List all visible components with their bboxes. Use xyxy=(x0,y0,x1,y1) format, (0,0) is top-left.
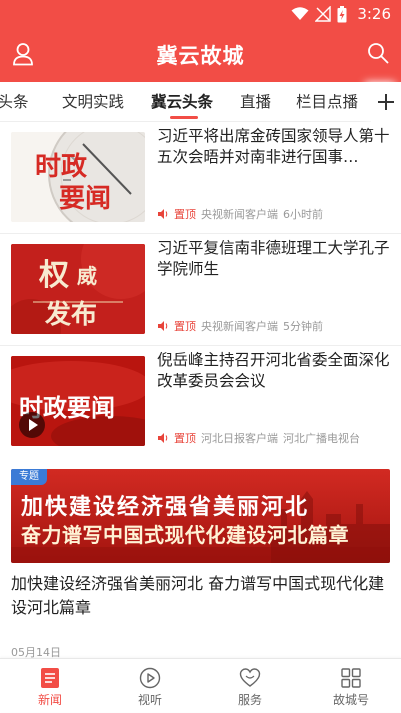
thumb-label-3: 发布 xyxy=(45,300,98,330)
news-thumbnail: 时政要闻 xyxy=(11,356,145,446)
news-thumbnail: 时政 要闻 xyxy=(11,132,145,222)
news-item[interactable]: 时政 要闻 习近平将出席金砖国家领导人第十五次会晤并对南非进行国事… 置顶 央视… xyxy=(0,122,401,234)
news-meta: 置顶 河北日报客户端 河北广播电视台 xyxy=(157,430,360,446)
nav-label: 故城号 xyxy=(332,693,369,707)
news-thumbnail: 权 威 发布 xyxy=(11,244,145,334)
nav-audiovisual[interactable]: 视听 xyxy=(100,659,200,713)
news-item[interactable]: 时政要闻 倪岳峰主持召开河北省委全面深化改革委员会会议 置顶 河北日报客户端 河… xyxy=(0,346,401,458)
active-tab-indicator xyxy=(170,116,198,119)
search-icon[interactable] xyxy=(367,42,389,64)
nav-label: 新闻 xyxy=(37,693,62,707)
badge-label: 专题 xyxy=(19,471,39,482)
speaker-icon[interactable] xyxy=(157,208,169,220)
status-bar: 3:26 xyxy=(0,0,401,28)
plus-icon xyxy=(378,94,394,110)
play-icon xyxy=(29,419,38,431)
add-channel-button[interactable] xyxy=(371,82,401,122)
thumb-label-1: 权 xyxy=(39,258,69,293)
pinned-label: 置顶 xyxy=(174,320,196,333)
no-signal-icon xyxy=(315,6,332,22)
news-icon xyxy=(41,668,59,688)
news-source: 央视新闻客户端 xyxy=(201,320,278,333)
tab-program-vod[interactable]: 栏目点播 xyxy=(296,82,358,122)
speaker-icon[interactable] xyxy=(157,320,169,332)
news-source: 河北日报客户端 xyxy=(201,432,278,445)
app-title: 冀云故城 xyxy=(156,44,245,68)
banner-line-2: 奋力谱写中国式现代化建设河北篇章 xyxy=(21,523,349,547)
news-headline: 习近平将出席金砖国家领导人第十五次会晤并对南非进行国事… xyxy=(157,127,390,166)
news-headline: 习近平复信南非德班理工大学孔子学院师生 xyxy=(157,239,390,278)
tab-civilization-practice[interactable]: 文明实践 xyxy=(62,82,124,122)
bottom-navigation: 新闻 视听 服务 故城号 xyxy=(0,658,401,712)
special-topic-title[interactable]: 加快建设经济强省美丽河北 奋力谱写中国式现代化建设河北篇章 xyxy=(11,572,391,620)
play-icon xyxy=(139,667,161,689)
pinned-label: 置顶 xyxy=(174,432,196,445)
speaker-icon[interactable] xyxy=(157,432,169,444)
nav-gucheng-account[interactable]: 故城号 xyxy=(301,659,401,713)
special-topic-banner[interactable]: 专题 加快建设经济强省美丽河北 奋力谱写中国式现代化建设河北篇章 xyxy=(11,469,390,563)
nav-label: 服务 xyxy=(237,693,262,707)
banner-line-1: 加快建设经济强省美丽河北 xyxy=(21,495,310,520)
nav-label: 视听 xyxy=(137,693,162,707)
news-source: 央视新闻客户端 xyxy=(201,208,278,221)
tab-live[interactable]: 直播 xyxy=(240,82,271,122)
video-play-button[interactable] xyxy=(19,412,45,438)
news-meta: 置顶 央视新闻客户端 6小时前 xyxy=(157,206,323,222)
clock: 3:26 xyxy=(357,5,391,23)
heart-icon xyxy=(239,668,261,687)
special-topic-badge: 专题 xyxy=(11,469,47,485)
channel-tabs: 冀头条 文明实践 冀云头条 直播 栏目点播 xyxy=(0,82,401,122)
user-icon[interactable] xyxy=(12,42,34,66)
grid-icon xyxy=(341,668,361,688)
news-item[interactable]: 权 威 发布 习近平复信南非德班理工大学孔子学院师生 置顶 央视新闻客户端 5分… xyxy=(0,234,401,346)
thumb-label-2: 威 xyxy=(77,264,97,288)
news-meta: 置顶 央视新闻客户端 5分钟前 xyxy=(157,318,323,334)
battery-charging-icon xyxy=(337,5,347,22)
news-time: 5分钟前 xyxy=(283,320,323,333)
nav-news[interactable]: 新闻 xyxy=(0,659,100,713)
thumb-label-2: 要闻 xyxy=(59,184,112,214)
nav-services[interactable]: 服务 xyxy=(200,659,300,713)
news-time: 河北广播电视台 xyxy=(283,432,360,445)
tab-ji-headlines[interactable]: 冀头条 xyxy=(0,82,29,122)
app-header: 冀云故城 xyxy=(0,28,401,82)
news-headline: 倪岳峰主持召开河北省委全面深化改革委员会会议 xyxy=(157,351,390,390)
pinned-label: 置顶 xyxy=(174,208,196,221)
wifi-icon xyxy=(291,7,309,20)
news-time: 6小时前 xyxy=(283,208,323,221)
